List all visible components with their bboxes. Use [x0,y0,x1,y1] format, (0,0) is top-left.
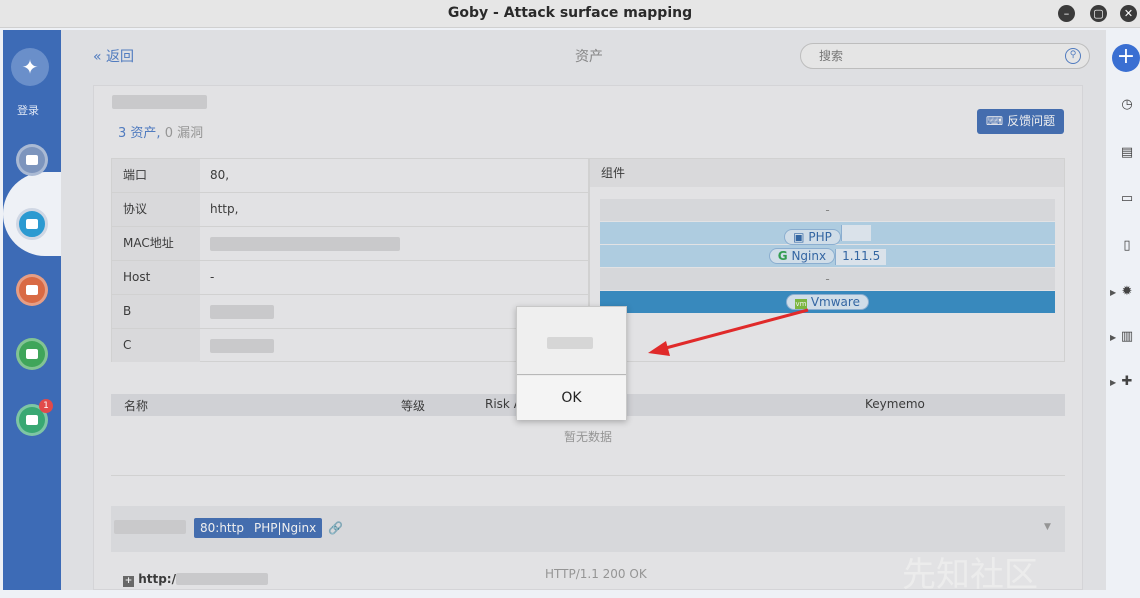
window-titlebar: Goby - Attack surface mapping – ▢ ✕ [0,0,1140,28]
feedback-icon: ⌨ [985,114,1004,128]
vmware-icon: vm [795,299,808,309]
component-version [840,225,871,241]
asset-summary: 3 资产, 0 漏洞 [118,122,203,141]
component-label: Vmware [810,295,860,309]
component-tag[interactable]: G Nginx [768,248,836,264]
maximize-button[interactable]: ▢ [1090,5,1107,22]
info-row: MAC地址 [112,227,588,261]
bug-icon[interactable]: ✹ [1118,283,1136,301]
search-box: ⚲ [800,43,1090,69]
http-status: HTTP/1.1 200 OK [545,567,647,581]
column-keymemo: Keymemo [865,397,925,411]
info-key: 端口 [112,159,200,192]
nav-assets-icon[interactable] [16,208,48,240]
document-icon[interactable]: ▤ [1118,144,1136,162]
mac-address-redacted [210,237,400,251]
column-name: 名称 [124,399,149,413]
component-row-highlighted: vm Vmware [600,291,1055,313]
component-label: - [825,272,830,286]
left-nav: ✦ 登录 [3,30,61,590]
http-url[interactable]: + http:/ [123,572,176,587]
alert-text-redacted [547,337,593,349]
c-class-redacted [210,339,274,353]
info-key: B [112,295,200,328]
login-link[interactable]: 登录 [3,102,53,118]
http-url-label: http:/ [138,572,176,586]
monitor-icon[interactable]: ▭ [1118,190,1136,208]
nav-report-icon[interactable] [16,338,48,370]
info-row: Host - [112,261,588,295]
nginx-icon: G [777,249,788,263]
window-title: Goby - Attack surface mapping [447,5,693,21]
service-ip-redacted [114,520,186,534]
alert-message [517,307,626,375]
info-row: 端口 80, [112,159,588,193]
search-input[interactable] [801,44,1041,68]
caret-right-icon: ▶ [1110,378,1117,387]
plugin-icon[interactable]: ✚ [1118,373,1136,391]
link-icon[interactable]: 🔗 [328,521,343,535]
minimize-button[interactable]: – [1058,5,1075,22]
info-key: C [112,329,200,362]
back-link[interactable]: « 返回 [93,46,134,66]
component-row: - [600,199,1055,221]
port-chip[interactable]: 80:http [194,518,250,538]
feedback-label: 反馈问题 [1007,114,1056,128]
column-level: 等级 [401,399,426,413]
right-rail [1106,30,1140,590]
component-version: 1.11.5 [835,249,887,265]
asset-count: 3 资产, [118,126,161,141]
feedback-button[interactable]: ⌨ 反馈问题 [977,109,1064,134]
component-label: - [825,203,830,217]
chevron-down-icon[interactable]: ▼ [1044,522,1051,532]
expand-icon[interactable]: + [123,576,134,587]
url-redacted [176,573,268,585]
history-icon[interactable]: ◷ [1118,96,1136,114]
chart-icon[interactable]: ▥ [1118,328,1136,346]
notification-badge: 1 [39,399,53,413]
component-row: - [600,268,1055,290]
divider [111,475,1065,476]
components-header: 组件 [590,159,1064,187]
info-value: http, [210,202,239,216]
watermark: 先知社区 [902,555,1038,595]
info-key: MAC地址 [112,227,200,260]
component-label: PHP [808,230,832,244]
component-tag[interactable]: ▣ PHP [784,229,841,245]
component-row: G Nginx 1.11.5 [600,245,1055,267]
info-key: Host [112,261,200,294]
nav-scan-icon[interactable] [16,144,48,176]
components-panel: 组件 - ▣ PHP G Nginx 1.11.5 - vm Vmware [589,158,1065,362]
goby-logo-icon[interactable]: ✦ [11,48,49,86]
alert-ok-button[interactable]: OK [517,376,626,420]
component-label: Nginx [791,249,827,263]
info-value: - [210,270,215,284]
info-row: 协议 http, [112,193,588,227]
caret-right-icon: ▶ [1110,288,1117,297]
component-row: ▣ PHP [600,222,1055,245]
page-title: 资产 [575,49,603,65]
ip-icon[interactable]: ▯ [1118,237,1136,255]
tech-chip[interactable]: PHP|Nginx [248,518,323,538]
close-button[interactable]: ✕ [1120,5,1137,22]
vuln-count: 0 漏洞 [164,126,204,141]
ip-address-redacted [112,95,207,109]
info-key: 协议 [112,193,200,226]
caret-right-icon: ▶ [1110,333,1117,342]
alert-dialog: OK [516,306,627,420]
component-tag[interactable]: vm Vmware [786,294,869,310]
php-icon: ▣ [793,230,805,244]
search-icon[interactable]: ⚲ [1065,48,1081,64]
empty-state: 暂无数据 [564,430,613,444]
nav-vulns-icon[interactable] [16,274,48,306]
info-value: 80, [210,168,230,182]
new-scan-button[interactable]: + [1112,44,1140,72]
b-class-redacted [210,305,274,319]
